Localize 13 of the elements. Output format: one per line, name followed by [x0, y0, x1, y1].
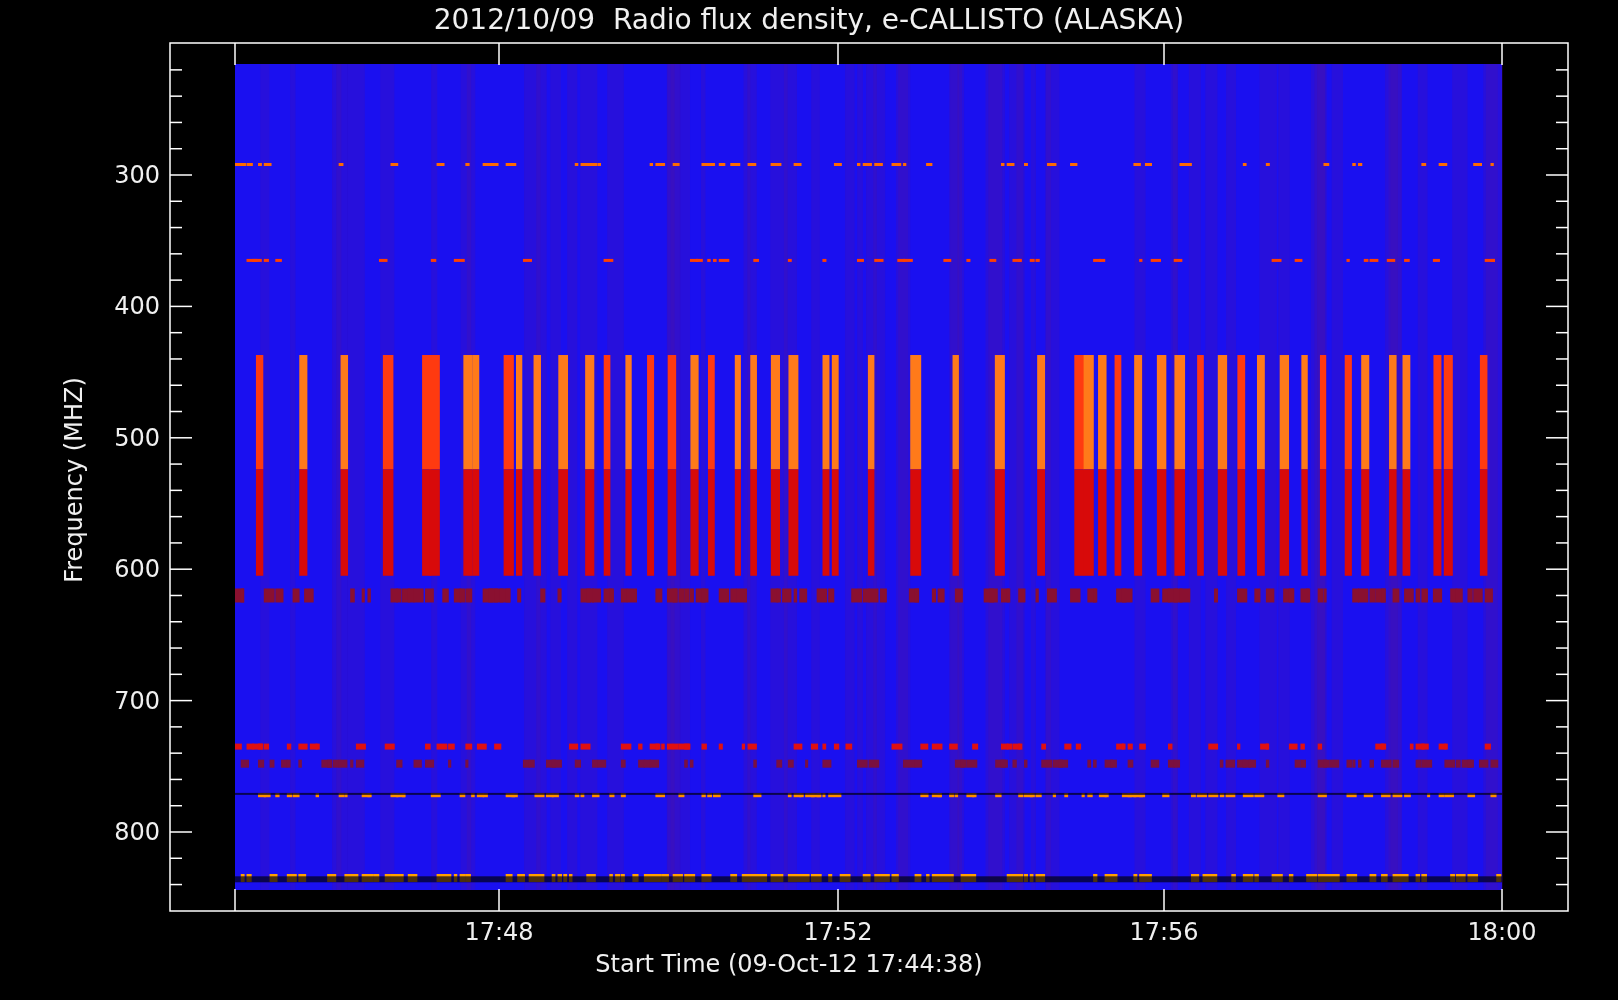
- x-tick-label: 17:56: [1128, 918, 1200, 946]
- chart-title: 2012/10/09 Radio flux density, e-CALLISTO (ALASKA): [432, 2, 1186, 38]
- x-tick-label: 17:48: [463, 918, 535, 946]
- y-tick-label: 400: [113, 292, 160, 321]
- x-tick-label: 18:00: [1466, 918, 1538, 946]
- y-tick-label: 600: [113, 555, 160, 584]
- y-axis-label: Frequency (MHZ): [60, 376, 88, 585]
- x-axis-label: Start Time (09-Oct-12 17:44:38): [594, 950, 984, 978]
- y-tick-label: 800: [113, 818, 160, 846]
- x-tick-label: 17:52: [802, 918, 874, 946]
- y-tick-label: 700: [113, 686, 160, 715]
- y-tick-label: 300: [113, 161, 160, 189]
- y-tick-label: 500: [113, 423, 160, 452]
